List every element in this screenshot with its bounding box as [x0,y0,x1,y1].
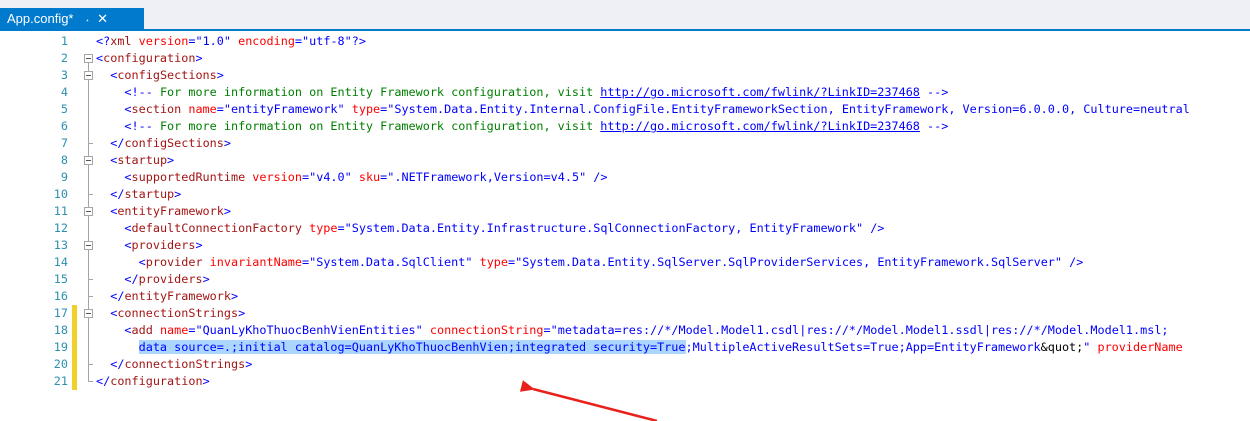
red-arrow-annotation [519,380,658,421]
